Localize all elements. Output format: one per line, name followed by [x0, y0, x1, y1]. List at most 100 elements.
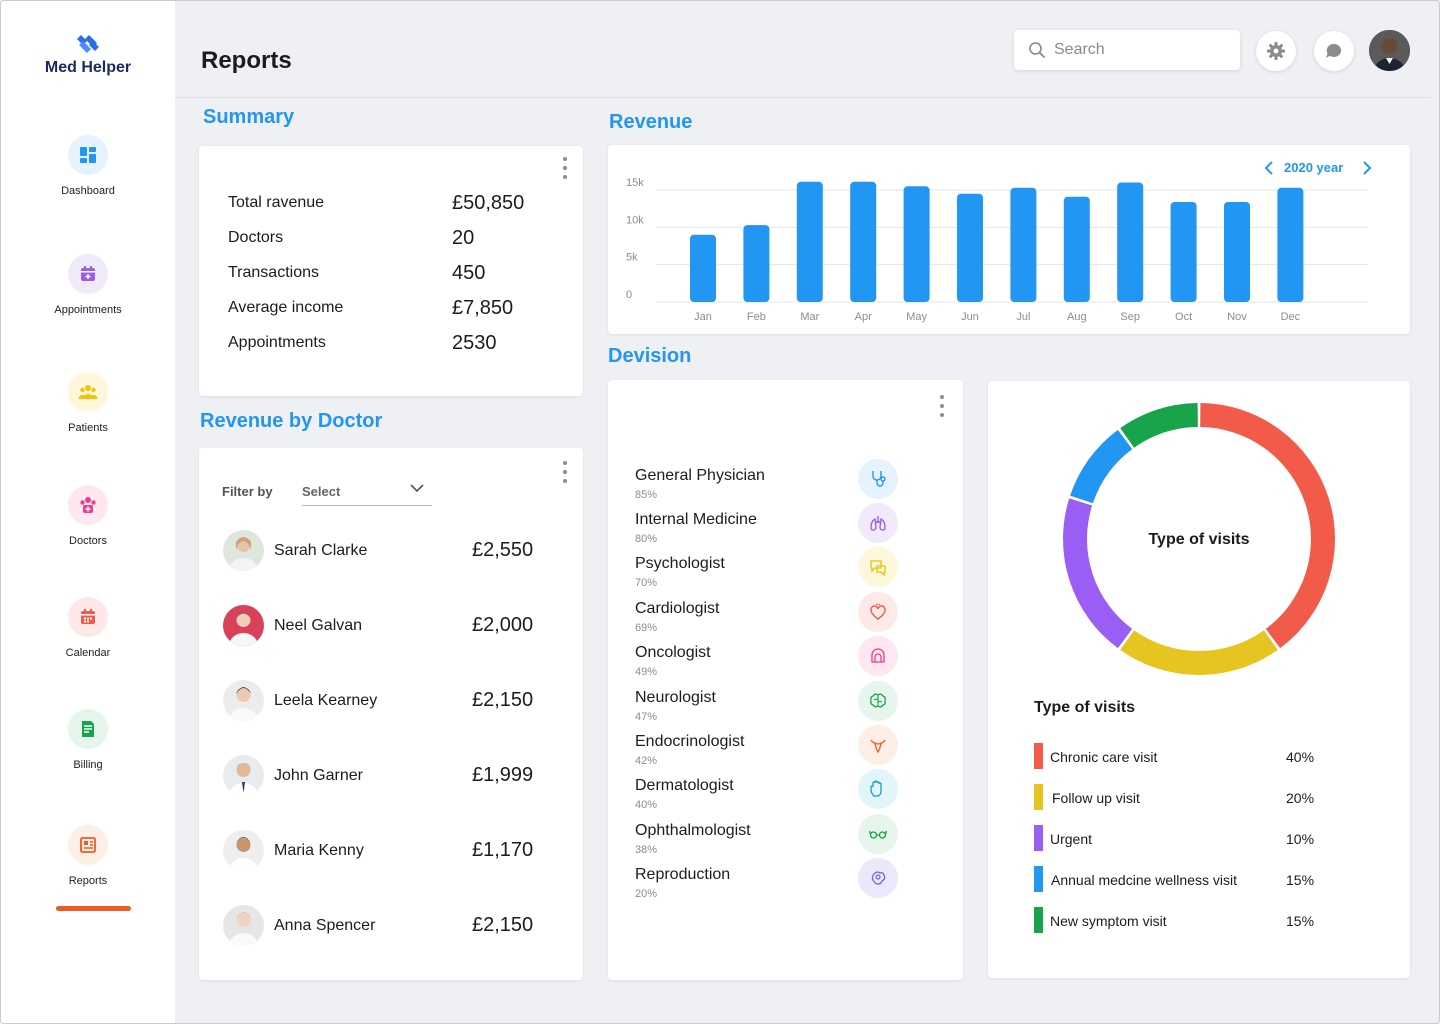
legend-item: New symptom visit 15%	[1034, 907, 1324, 933]
summary-label: Transactions	[228, 264, 319, 281]
doctor-name: Sarah Clarke	[274, 542, 368, 559]
bar-jan[interactable]	[690, 234, 716, 302]
billing-icon	[68, 709, 108, 749]
legend-percent: 40%	[1286, 749, 1315, 765]
bar-may[interactable]	[903, 186, 930, 302]
x-tick-label: Mar	[800, 311, 819, 323]
division-percent: 80%	[635, 533, 658, 545]
y-tick-label: 0	[626, 289, 632, 301]
summary-value: 2530	[452, 332, 497, 354]
division-row[interactable]: Oncologist 49%	[635, 636, 905, 684]
calendar-icon	[68, 597, 108, 637]
chat-brain-icon	[858, 547, 898, 587]
x-tick-label: Jan	[694, 311, 712, 323]
bar-apr[interactable]	[850, 181, 877, 302]
division-menu-button[interactable]	[939, 395, 945, 417]
sidebar-item-label: Doctors	[69, 535, 107, 547]
doctor-name: Anna Spencer	[274, 917, 376, 934]
chat-button[interactable]	[1314, 31, 1354, 71]
division-row[interactable]: Endocrinologist 42%	[635, 725, 905, 773]
division-row[interactable]: Dermatologist 40%	[635, 769, 905, 817]
search-box[interactable]	[1014, 30, 1240, 70]
legend-item: Chronic care visit 40%	[1034, 743, 1324, 769]
user-avatar[interactable]	[1369, 30, 1410, 71]
summary-row: Appointments 2530	[228, 332, 558, 356]
sidebar-item-billing[interactable]: Billing	[1, 709, 175, 771]
bar-sep[interactable]	[1117, 182, 1144, 302]
revenue-bar-chart: 0 5k 10k 15k Jan Feb Mar Apr May Jun Jul Aug Sep Oct N…	[626, 177, 1368, 323]
donut-center-label: Type of visits	[1148, 531, 1249, 548]
sidebar-item-label: Billing	[73, 759, 103, 771]
division-name: Endocrinologist	[635, 733, 745, 750]
sidebar-item-appointments[interactable]: Appointments	[1, 254, 175, 316]
filter-select[interactable]: Select	[302, 476, 432, 506]
visits-card: Type of visits Type of visits Chronic ca…	[988, 381, 1410, 978]
bar-nov[interactable]	[1224, 201, 1250, 302]
division-row[interactable]: General Physician 85%	[635, 459, 905, 507]
legend-percent: 10%	[1286, 831, 1315, 847]
logo[interactable]: Med Helper	[1, 31, 175, 77]
sidebar-item-reports[interactable]: Reports	[1, 825, 175, 887]
summary-card: Total ravenue £50,850 Doctors 20 Transac…	[199, 146, 583, 396]
search-input[interactable]	[1054, 41, 1224, 59]
revenue-by-doctor-menu-button[interactable]	[562, 461, 568, 483]
settings-button[interactable]	[1256, 31, 1296, 71]
division-name: General Physician	[635, 467, 765, 484]
bar-mar[interactable]	[796, 181, 823, 302]
bar-jun[interactable]	[957, 193, 983, 302]
division-row[interactable]: Ophthalmologist 38%	[635, 814, 905, 862]
sidebar-item-calendar[interactable]: Calendar	[1, 597, 175, 659]
donut-slice[interactable]	[1200, 403, 1335, 649]
sidebar-item-dashboard[interactable]: Dashboard	[1, 135, 175, 197]
division-percent: 20%	[635, 888, 658, 900]
legend-label: Urgent	[1050, 831, 1093, 847]
summary-menu-button[interactable]	[562, 157, 568, 179]
division-name: Neurologist	[635, 689, 716, 706]
doctor-amount: £2,150	[472, 689, 534, 711]
summary-value: 450	[452, 262, 486, 284]
doctor-name: John Garner	[274, 767, 363, 784]
doctor-name: Maria Kenny	[274, 842, 364, 859]
division-row[interactable]: Neurologist 47%	[635, 681, 905, 729]
bar-jul[interactable]	[1010, 187, 1037, 302]
sidebar-item-patients[interactable]: Patients	[1, 372, 175, 434]
division-percent: 38%	[635, 844, 658, 856]
active-nav-indicator	[56, 906, 131, 911]
y-tick-label: 10k	[626, 214, 644, 226]
division-row[interactable]: Cardiologist 69%	[635, 592, 905, 640]
division-percent: 40%	[635, 799, 658, 811]
bar-oct[interactable]	[1170, 201, 1197, 302]
division-row[interactable]: Psychologist 70%	[635, 547, 905, 595]
bar-aug[interactable]	[1063, 196, 1090, 302]
division-row[interactable]: Internal Medicine 80%	[635, 503, 905, 551]
bar-feb[interactable]	[743, 225, 770, 302]
legend-swatch	[1034, 784, 1043, 810]
revenue-card: 2020 year 0 5k 10k 15k Jan Feb Mar Apr May Jun Jul…	[608, 145, 1410, 334]
bar-dec[interactable]	[1277, 187, 1304, 302]
doctor-row[interactable]: Anna Spencer £2,150	[223, 905, 563, 947]
division-name: Psychologist	[635, 555, 725, 572]
doctor-amount: £1,999	[472, 764, 534, 786]
donut-slice[interactable]	[1120, 403, 1199, 448]
stethoscope-icon	[858, 459, 898, 499]
summary-label: Doctors	[228, 229, 284, 246]
logo-icon	[77, 35, 99, 53]
chevron-down-icon	[410, 484, 424, 493]
donut-slice[interactable]	[1063, 498, 1133, 649]
division-row[interactable]: Reproduction 20%	[635, 858, 905, 906]
visits-donut-chart: Type of visits	[1063, 403, 1335, 675]
app-name: Med Helper	[44, 59, 132, 76]
doctor-row[interactable]: Neel Galvan £2,000	[223, 605, 563, 647]
doctor-row[interactable]: Sarah Clarke £2,550	[223, 530, 563, 572]
doctor-row[interactable]: Maria Kenny £1,170	[223, 830, 563, 872]
sidebar-item-doctors[interactable]: Doctors	[1, 485, 175, 547]
doctor-avatar	[223, 605, 264, 646]
donut-slice[interactable]	[1120, 630, 1278, 675]
doctor-row[interactable]: John Garner £1,999	[223, 755, 563, 797]
division-percent: 49%	[635, 666, 658, 678]
donut-slice[interactable]	[1070, 429, 1133, 504]
doctor-row[interactable]: Leela Kearney £2,150	[223, 680, 563, 722]
summary-title: Summary	[203, 106, 295, 128]
calendar-plus-icon	[68, 254, 108, 294]
filter-label: Filter by	[222, 484, 273, 499]
